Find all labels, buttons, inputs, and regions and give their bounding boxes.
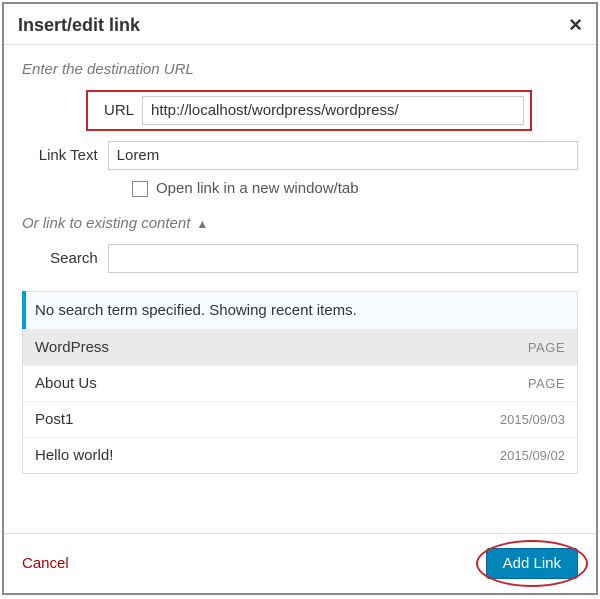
result-meta: PAGE <box>528 376 565 391</box>
cancel-button[interactable]: Cancel <box>22 555 69 572</box>
result-title: Hello world! <box>35 447 113 464</box>
linktext-label: Link Text <box>22 147 108 164</box>
search-label: Search <box>22 250 108 267</box>
search-row: Search <box>22 244 578 273</box>
results-header: No search term specified. Showing recent… <box>23 292 577 330</box>
result-meta: 2015/09/03 <box>500 412 565 427</box>
dialog-title: Insert/edit link <box>18 15 140 36</box>
dialog-footer: Cancel Add Link <box>4 533 596 593</box>
add-link-button[interactable]: Add Link <box>486 548 578 579</box>
result-title: Post1 <box>35 411 73 428</box>
result-row[interactable]: Post1 2015/09/03 <box>23 402 577 438</box>
dialog-content: Enter the destination URL URL Link Text … <box>4 45 596 533</box>
results-list: No search term specified. Showing recent… <box>22 291 578 474</box>
newtab-label: Open link in a new window/tab <box>156 180 359 197</box>
url-row: URL <box>22 90 578 131</box>
result-title: About Us <box>35 375 97 392</box>
result-meta: 2015/09/02 <box>500 448 565 463</box>
linktext-row: Link Text <box>22 141 578 170</box>
result-title: WordPress <box>35 339 109 356</box>
result-row[interactable]: WordPress PAGE <box>23 330 577 366</box>
close-icon[interactable]: × <box>569 14 582 36</box>
url-input[interactable] <box>142 96 524 125</box>
caret-up-icon: ▲ <box>196 217 208 231</box>
existing-content-toggle[interactable]: Or link to existing content ▲ <box>22 215 578 232</box>
insert-link-dialog: Insert/edit link × Enter the destination… <box>2 2 598 595</box>
result-row[interactable]: Hello world! 2015/09/02 <box>23 438 577 473</box>
search-input[interactable] <box>108 244 578 273</box>
newtab-checkbox[interactable] <box>132 181 148 197</box>
destination-section-label: Enter the destination URL <box>22 61 578 78</box>
dialog-header: Insert/edit link × <box>4 4 596 45</box>
existing-content-label: Or link to existing content <box>22 215 190 232</box>
result-meta: PAGE <box>528 340 565 355</box>
newtab-row[interactable]: Open link in a new window/tab <box>132 180 578 197</box>
linktext-input[interactable] <box>108 141 578 170</box>
url-highlight-box: URL <box>86 90 532 131</box>
url-label: URL <box>94 102 142 119</box>
result-row[interactable]: About Us PAGE <box>23 366 577 402</box>
addlink-wrap: Add Link <box>486 548 578 579</box>
